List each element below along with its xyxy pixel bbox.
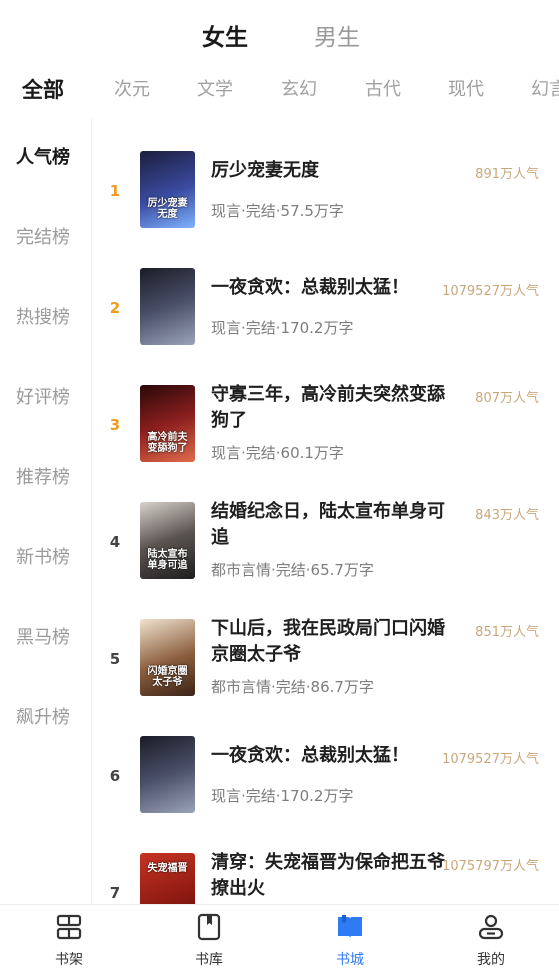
popularity-count: 843万人气 [475,508,539,523]
book-title[interactable]: 厉少宠妻无度 [211,158,459,184]
sidebar-item-top-rated[interactable]: 好评榜 [0,378,92,418]
book-meta: 现言·完结·170.2万字 [211,787,354,805]
tab-female[interactable]: 女生 [202,18,248,58]
book-meta: 现言·完结·60.1万字 [211,444,344,462]
cover-title: 高冷前夫变舔狗了 [147,432,188,454]
book-row[interactable]: 7 失宠福晋 清穿：失宠福晋为保命把五爷撩出火 1075797万人气 [93,820,559,904]
book-title[interactable]: 结婚纪念日，陆太宣布单身可追 [211,499,459,551]
sidebar-item-hot-search[interactable]: 热搜榜 [0,298,92,338]
book-meta: 现言·完结·170.2万字 [211,319,354,337]
nav-bookstore[interactable]: 书城 [300,905,400,970]
rank-number: 6 [109,767,121,785]
book-row[interactable]: 4 陆太宣布单身可追 结婚纪念日，陆太宣布单身可追 都市言情·完结·65.7万字… [93,469,559,586]
rank-number: 1 [109,182,121,200]
book-cover[interactable]: 高冷前夫变舔狗了 [140,385,195,462]
rank-number: 4 [109,533,121,551]
nav-label: 我的 [477,952,505,968]
cover-title: 失宠福晋 [147,863,188,874]
sidebar-item-dark-horse[interactable]: 黑马榜 [0,618,92,658]
ranking-sidebar: 人气榜 完结榜 热搜榜 好评榜 推荐榜 新书榜 黑马榜 飙升榜 [0,118,92,904]
book-row[interactable]: 3 高冷前夫变舔狗了 守寡三年，高冷前夫突然变舔狗了 现言·完结·60.1万字 … [93,352,559,469]
rank-number: 2 [109,299,121,317]
sidebar-item-new-books[interactable]: 新书榜 [0,538,92,578]
nav-bookshelf[interactable]: 书架 [19,905,119,970]
book-title[interactable]: 一夜贪欢：总裁别太猛！ [211,275,459,301]
library-icon [197,913,221,941]
category-ciyuan[interactable]: 次元 [114,70,150,110]
sidebar-item-rising[interactable]: 飙升榜 [0,698,92,738]
popularity-count: 807万人气 [475,391,539,406]
rank-number: 7 [109,884,121,902]
rank-number: 5 [109,650,121,668]
cover-title: 厉少宠妻无度 [147,198,188,220]
tab-male[interactable]: 男生 [314,18,360,58]
popularity-count: 1075797万人气 [442,859,539,874]
sidebar-item-completed[interactable]: 完结榜 [0,218,92,258]
book-title[interactable]: 下山后，我在民政局门口闪婚京圈太子爷 [211,616,459,668]
book-title[interactable]: 守寡三年，高冷前夫突然变舔狗了 [211,382,459,434]
book-row[interactable]: 6 一夜贪欢：总裁别太猛！ 现言·完结·170.2万字 1079527万人气 [93,703,559,820]
sidebar-item-recommended[interactable]: 推荐榜 [0,458,92,498]
nav-label: 书库 [195,952,223,968]
book-meta: 都市言情·完结·65.7万字 [211,561,374,579]
book-title[interactable]: 清穿：失宠福晋为保命把五爷撩出火 [211,850,459,902]
book-cover[interactable]: 失宠福晋 [140,853,195,904]
book-row[interactable]: 2 一夜贪欢：总裁别太猛！ 现言·完结·170.2万字 1079527万人气 [93,235,559,352]
book-meta: 都市言情·完结·86.7万字 [211,678,374,696]
book-list: 1 厉少宠妻无度 厉少宠妻无度 现言·完结·57.5万字 891万人气 2 一夜… [93,118,559,904]
book-cover[interactable]: 陆太宣布单身可追 [140,502,195,579]
popularity-count: 1079527万人气 [442,752,539,767]
gender-tabs: 女生 男生 [0,18,559,58]
popularity-count: 1079527万人气 [442,284,539,299]
category-tabs: 全部 次元 文学 玄幻 古代 现代 幻言 [0,70,559,110]
book-row[interactable]: 1 厉少宠妻无度 厉少宠妻无度 现言·完结·57.5万字 891万人气 [93,118,559,235]
profile-icon [478,914,504,940]
nav-profile[interactable]: 我的 [441,905,541,970]
category-fantasy-romance[interactable]: 幻言 [531,70,559,110]
category-all[interactable]: 全部 [22,70,64,110]
bookstore-icon [338,915,362,938]
rank-number: 3 [109,416,121,434]
book-row[interactable]: 5 闪婚京圈太子爷 下山后，我在民政局门口闪婚京圈太子爷 都市言情·完结·86.… [93,586,559,703]
bottom-nav: 书架 书库 书城 我的 [0,904,559,970]
book-cover[interactable] [140,736,195,813]
book-cover[interactable]: 闪婚京圈太子爷 [140,619,195,696]
cover-title: 陆太宣布单身可追 [147,549,188,571]
nav-label: 书架 [55,952,83,968]
book-cover[interactable]: 厉少宠妻无度 [140,151,195,228]
book-meta: 现言·完结·57.5万字 [211,202,344,220]
category-literature[interactable]: 文学 [197,70,233,110]
sidebar-item-popular[interactable]: 人气榜 [0,138,92,178]
nav-label: 书城 [336,952,364,968]
category-ancient[interactable]: 古代 [365,70,401,110]
nav-library[interactable]: 书库 [159,905,259,970]
category-xuanhuan[interactable]: 玄幻 [281,70,317,110]
popularity-count: 851万人气 [475,625,539,640]
book-title[interactable]: 一夜贪欢：总裁别太猛！ [211,743,459,769]
popularity-count: 891万人气 [475,167,539,182]
book-cover[interactable] [140,268,195,345]
bookshelf-icon [56,914,82,940]
category-modern[interactable]: 现代 [448,70,484,110]
cover-title: 闪婚京圈太子爷 [147,666,188,688]
